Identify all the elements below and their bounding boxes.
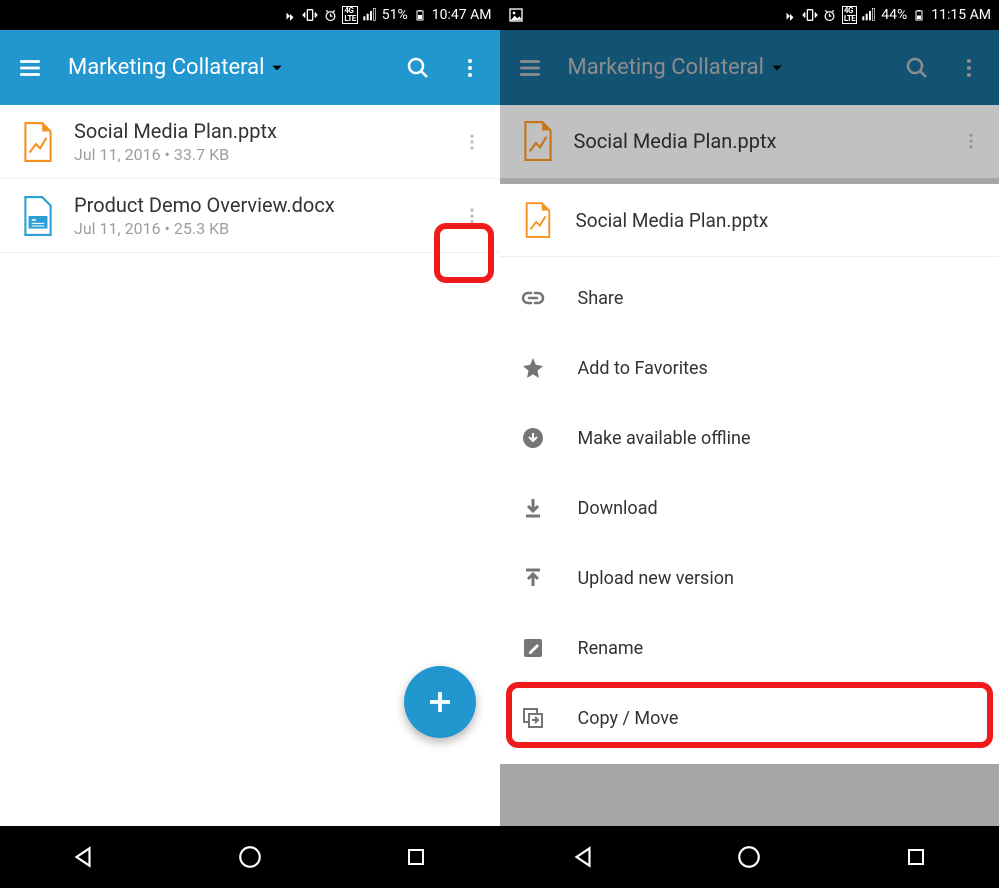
sheet-item-label: Make available offline [578, 428, 751, 449]
chevron-down-icon [770, 61, 784, 75]
file-meta: Social Media Plan.pptx Jul 11, 2016 • 33… [74, 119, 452, 164]
back-button[interactable] [53, 841, 113, 873]
sheet-file-name: Social Media Plan.pptx [576, 209, 769, 232]
vibrate-icon [802, 7, 818, 23]
home-button[interactable] [719, 841, 779, 873]
overflow-button[interactable] [448, 46, 492, 90]
folder-title-dropdown: Marketing Collateral [568, 55, 784, 80]
alarm-icon [322, 7, 338, 23]
recents-button[interactable] [886, 841, 946, 873]
copy-move-icon [520, 705, 546, 731]
file-subtitle: Jul 11, 2016 • 33.7 KB [74, 145, 452, 164]
sheet-item-upload[interactable]: Upload new version [500, 543, 999, 613]
presentation-file-icon [16, 120, 60, 164]
recents-button[interactable] [386, 841, 446, 873]
overflow-button [947, 46, 991, 90]
download-icon [520, 495, 546, 521]
bluetooth-icon [282, 7, 298, 23]
menu-button[interactable] [8, 46, 52, 90]
signal-icon [861, 7, 877, 23]
sheet-item-offline[interactable]: Make available offline [500, 403, 999, 473]
file-more-button[interactable] [452, 196, 492, 236]
sheet-item-label: Share [578, 288, 624, 309]
bluetooth-icon [782, 7, 798, 23]
file-list: Social Media Plan.pptx Jul 11, 2016 • 33… [0, 105, 500, 826]
home-button[interactable] [220, 841, 280, 873]
search-button[interactable] [396, 46, 440, 90]
download-circle-icon [520, 425, 546, 451]
edit-icon [520, 635, 546, 661]
folder-title: Marketing Collateral [568, 55, 764, 80]
sheet-item-delete[interactable]: Delete [500, 753, 999, 764]
sheet-item-label: Add to Favorites [578, 358, 708, 379]
context-sheet: Social Media Plan.pptx Share Add to Favo… [500, 184, 999, 764]
sheet-item-label: Rename [578, 638, 644, 659]
sheet-item-label: Download [578, 498, 658, 519]
signal-icon [362, 7, 378, 23]
menu-button [508, 46, 552, 90]
back-button[interactable] [553, 841, 613, 873]
chevron-down-icon [270, 61, 284, 75]
clock: 11:15 AM [931, 7, 991, 23]
nav-bar [0, 826, 500, 888]
sheet-item-label: Upload new version [578, 568, 734, 589]
battery-icon [911, 7, 927, 23]
file-more-button [951, 121, 991, 161]
screen-file-list: 4GLTE 51% 10:47 AM Marketing Collateral [0, 0, 500, 888]
sheet-item-favorite[interactable]: Add to Favorites [500, 333, 999, 403]
presentation-file-icon [516, 119, 560, 163]
upload-icon [520, 565, 546, 591]
search-button [895, 46, 939, 90]
battery-percent: 51% [382, 7, 408, 23]
image-notification-icon [508, 7, 524, 23]
file-meta: Social Media Plan.pptx [574, 129, 952, 153]
status-bar: 4GLTE 51% 10:47 AM [0, 0, 500, 30]
sheet-items: Share Add to Favorites Make available of… [500, 257, 999, 764]
lte-indicator: 4GLTE [842, 6, 857, 24]
screen-context-menu: 4GLTE 44% 11:15 AM Marketing Collateral [500, 0, 999, 888]
file-row: Social Media Plan.pptx [500, 105, 999, 178]
sheet-header: Social Media Plan.pptx [500, 184, 999, 257]
file-more-button[interactable] [452, 122, 492, 162]
app-bar: Marketing Collateral [0, 30, 500, 105]
sheet-item-label: Copy / Move [578, 708, 679, 729]
status-bar: 4GLTE 44% 11:15 AM [500, 0, 999, 30]
file-name: Social Media Plan.pptx [574, 129, 952, 153]
file-meta: Product Demo Overview.docx Jul 11, 2016 … [74, 193, 452, 238]
folder-title-dropdown[interactable]: Marketing Collateral [68, 55, 284, 80]
link-icon [520, 285, 546, 311]
app-bar: Marketing Collateral [500, 30, 999, 105]
vibrate-icon [302, 7, 318, 23]
lte-indicator: 4GLTE [342, 6, 357, 24]
sheet-item-copy-move[interactable]: Copy / Move [500, 683, 999, 753]
folder-title: Marketing Collateral [68, 55, 264, 80]
sheet-item-share[interactable]: Share [500, 263, 999, 333]
add-fab[interactable] [404, 666, 476, 738]
document-file-icon [16, 194, 60, 238]
nav-bar [500, 826, 999, 888]
presentation-file-icon [520, 202, 556, 238]
file-row[interactable]: Social Media Plan.pptx Jul 11, 2016 • 33… [0, 105, 500, 179]
sheet-item-download[interactable]: Download [500, 473, 999, 543]
file-subtitle: Jul 11, 2016 • 25.3 KB [74, 219, 452, 238]
file-row[interactable]: Product Demo Overview.docx Jul 11, 2016 … [0, 179, 500, 253]
file-name: Product Demo Overview.docx [74, 193, 452, 217]
sheet-item-rename[interactable]: Rename [500, 613, 999, 683]
star-icon [520, 355, 546, 381]
battery-percent: 44% [881, 7, 907, 23]
battery-icon [412, 7, 428, 23]
alarm-icon [822, 7, 838, 23]
file-name: Social Media Plan.pptx [74, 119, 452, 143]
clock: 10:47 AM [432, 7, 492, 23]
